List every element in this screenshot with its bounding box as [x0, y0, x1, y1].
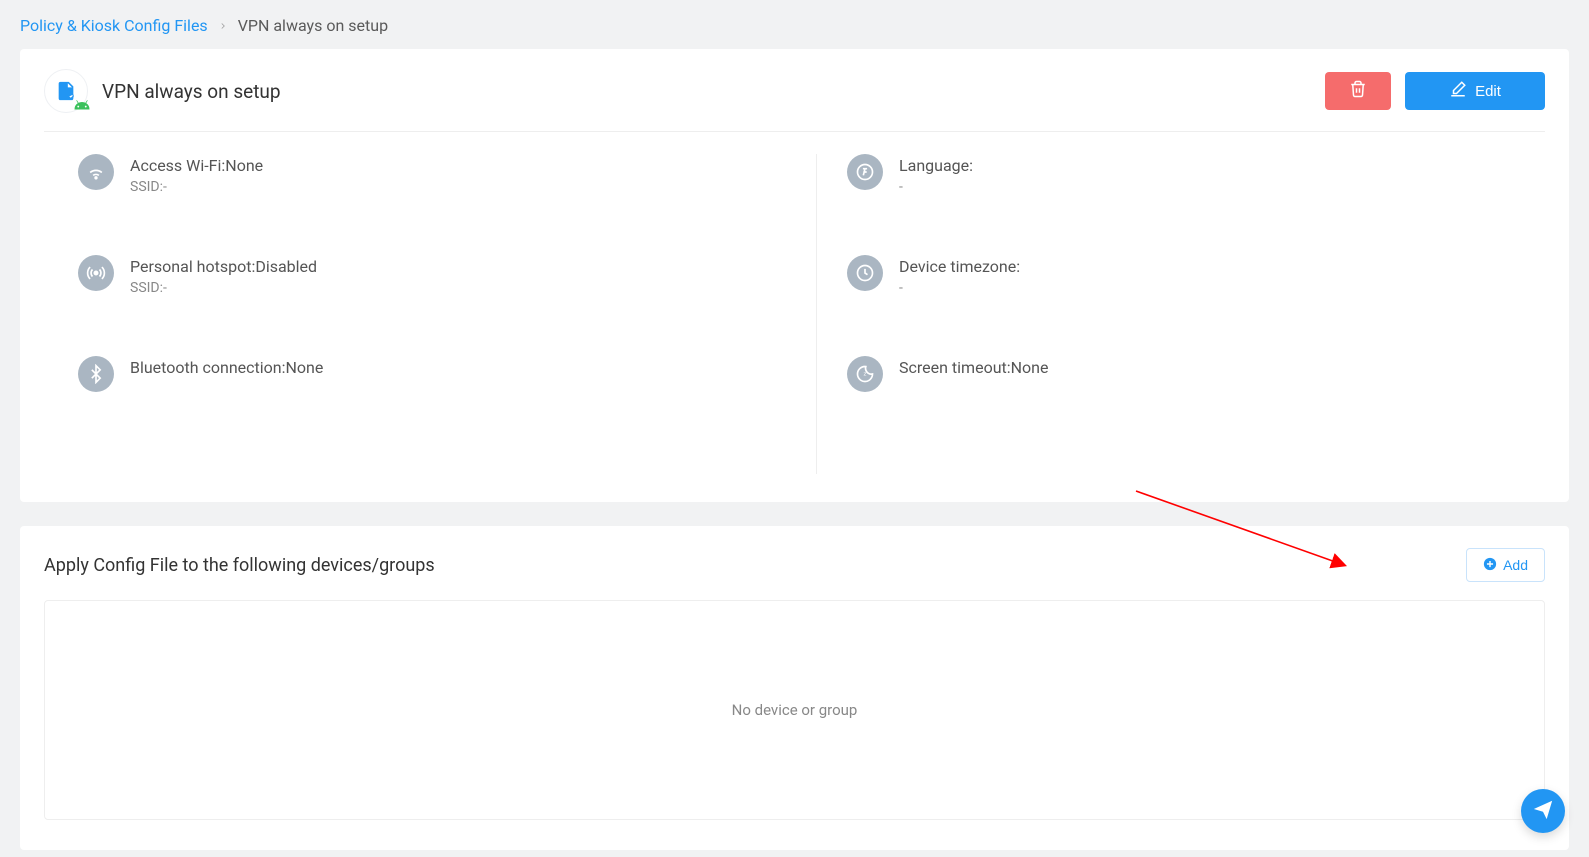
detail-item-wifi: Access Wi-Fi:None SSID:-: [78, 154, 776, 195]
language-value: -: [899, 179, 903, 195]
chevron-right-icon: [218, 16, 228, 35]
screen-timeout-value: None: [1011, 358, 1049, 377]
bluetooth-icon: [78, 356, 114, 392]
apply-config-card: Apply Config File to the following devic…: [20, 526, 1569, 850]
detail-item-language: Language: -: [847, 154, 1545, 195]
delete-button[interactable]: [1325, 72, 1391, 110]
language-label: Language:: [899, 156, 973, 175]
support-fab[interactable]: [1521, 789, 1565, 833]
timezone-label: Device timezone:: [899, 257, 1020, 276]
screen-timeout-icon: z: [847, 356, 883, 392]
timezone-value: -: [899, 280, 903, 296]
config-summary-card: VPN always on setup Edit: [20, 49, 1569, 502]
svg-text:z: z: [864, 372, 867, 378]
hotspot-icon: [78, 255, 114, 291]
detail-item-bluetooth: Bluetooth connection:None: [78, 356, 776, 392]
detail-item-screen-timeout: z Screen timeout:None: [847, 356, 1545, 392]
hotspot-value: Disabled: [255, 257, 317, 276]
empty-state-text: No device or group: [732, 701, 858, 719]
breadcrumb-root-link[interactable]: Policy & Kiosk Config Files: [20, 16, 208, 35]
wifi-ssid-value: -: [163, 179, 167, 195]
hotspot-ssid-value: -: [163, 280, 167, 296]
policy-icon: [44, 69, 88, 113]
wifi-icon: [78, 154, 114, 190]
trash-icon: [1349, 80, 1367, 102]
bluetooth-value: None: [286, 358, 324, 377]
breadcrumb-current: VPN always on setup: [238, 16, 388, 35]
screen-timeout-label: Screen timeout:: [899, 358, 1011, 377]
android-badge-icon: [73, 96, 91, 114]
page-title: VPN always on setup: [102, 80, 281, 103]
detail-item-timezone: Device timezone: -: [847, 255, 1545, 296]
bluetooth-label: Bluetooth connection:: [130, 358, 286, 377]
hotspot-ssid-label: SSID:: [130, 280, 163, 296]
add-button-label: Add: [1503, 557, 1528, 573]
add-device-group-button[interactable]: Add: [1466, 548, 1545, 582]
wifi-label: Access Wi-Fi:: [130, 156, 225, 175]
clock-icon: [847, 255, 883, 291]
hotspot-label: Personal hotspot:: [130, 257, 255, 276]
language-icon: [847, 154, 883, 190]
wifi-ssid-label: SSID:: [130, 179, 163, 195]
breadcrumb: Policy & Kiosk Config Files VPN always o…: [20, 16, 1569, 35]
plus-circle-icon: [1483, 557, 1497, 574]
edit-button-label: Edit: [1475, 83, 1501, 100]
detail-item-hotspot: Personal hotspot:Disabled SSID:-: [78, 255, 776, 296]
apply-empty-state: No device or group: [44, 600, 1545, 820]
edit-button[interactable]: Edit: [1405, 72, 1545, 110]
wifi-value: None: [225, 156, 263, 175]
apply-config-title: Apply Config File to the following devic…: [44, 555, 435, 576]
paper-plane-icon: [1532, 798, 1554, 824]
pencil-icon: [1449, 80, 1467, 102]
